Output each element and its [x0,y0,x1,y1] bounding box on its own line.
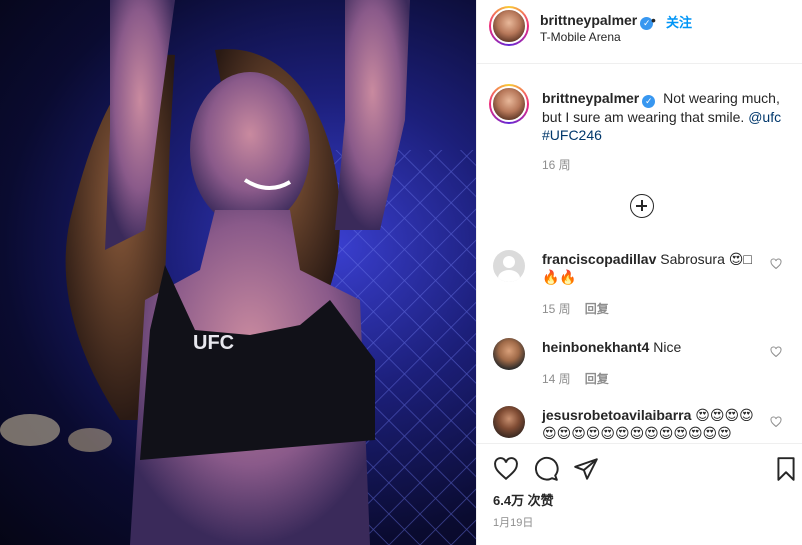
comment-text: heinbonekhant4 Nice [542,338,752,356]
separator-dot: • [651,12,656,28]
comment-bubble-icon[interactable] [533,456,559,482]
paper-plane-icon[interactable] [573,456,599,482]
commenter-username[interactable]: jesusrobetoavilaibarra [542,407,691,423]
comment-meta: 15 周回复 [542,300,609,317]
commenter-avatar[interactable] [493,250,525,282]
follow-button[interactable]: 关注 [666,12,692,31]
post-photo-illustration: UFC [0,0,476,545]
photo-logo-text: UFC [193,332,234,354]
post-actions: 6.4万 次赞 1月19日 [477,443,802,545]
reply-button[interactable]: 回复 [585,372,609,386]
heart-icon[interactable] [770,258,782,270]
author-avatar[interactable] [489,6,529,46]
commenter-username[interactable]: heinbonekhant4 [542,339,649,355]
post-date[interactable]: 1月19日 [493,514,533,530]
comment-time[interactable]: 15 周 [542,302,571,316]
location-link[interactable]: T-Mobile Arena [540,30,621,44]
bookmark-icon[interactable] [773,456,799,482]
comment-body: Nice [653,339,682,355]
caption-text: brittneypalmer ✓ Not wearing much, but I … [542,89,792,144]
comments-list: franciscopadillav Sabrosura 😍□🔥🔥 15 周回复 … [477,240,802,440]
comment-meta: 14 周回复 [542,370,609,387]
caption-username[interactable]: brittneypalmer ✓ [542,90,656,108]
hashtag-link[interactable]: #UFC246 [542,127,602,143]
caption-avatar[interactable] [489,84,529,124]
heart-icon[interactable] [770,346,782,358]
post-header: brittneypalmer ✓ • 关注 T-Mobile Arena [477,0,802,64]
comment-time[interactable]: 14 周 [542,372,571,386]
reply-button[interactable]: 回复 [585,302,609,316]
author-username[interactable]: brittneypalmer ✓ [540,12,654,30]
mention-link[interactable]: @ufc [748,109,781,125]
caption-time[interactable]: 16 周 [542,156,571,173]
commenter-avatar[interactable] [493,338,525,370]
post-side-panel: brittneypalmer ✓ • 关注 T-Mobile Arena brit… [477,0,802,545]
plus-circle-icon[interactable] [630,194,654,218]
comment-text: jesusrobetoavilaibarra 😍😍😍😍😍😍😍😍😍😍😍😍😍😍😍😍😍 [542,406,757,440]
comment-text: franciscopadillav Sabrosura 😍□🔥🔥 [542,250,752,286]
heart-icon[interactable] [770,416,782,428]
commenter-avatar[interactable] [493,406,525,438]
post-photo[interactable]: UFC [0,0,476,545]
verified-badge-icon: ✓ [642,95,656,108]
like-count[interactable]: 6.4万 次赞 [493,490,554,509]
commenter-username[interactable]: franciscopadillav [542,251,656,267]
heart-icon[interactable] [493,456,519,482]
